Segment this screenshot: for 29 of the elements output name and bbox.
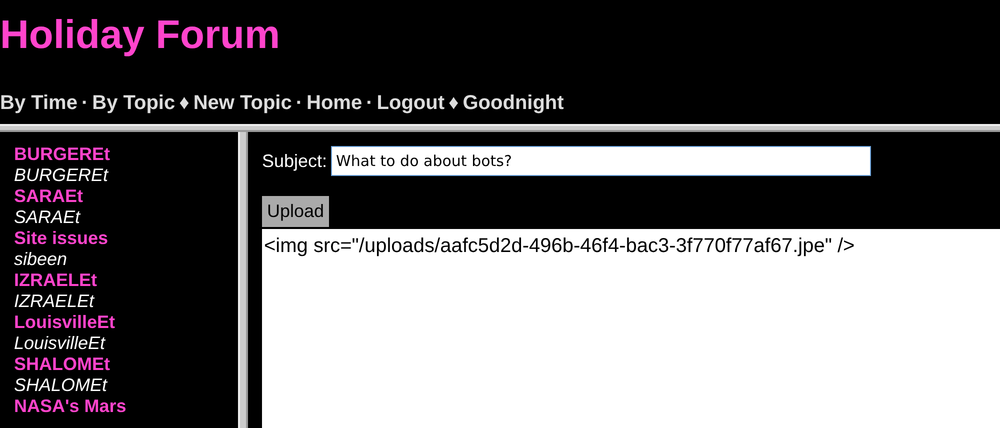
topic-author: SARAEt (14, 207, 82, 228)
nav-separator: ♦ (448, 91, 459, 116)
nav-link[interactable]: New Topic (193, 88, 292, 118)
nav-separator: ♦ (179, 91, 190, 116)
topic-link[interactable]: BURGEREt (14, 144, 238, 165)
topic-author: SHALOMEt (14, 375, 108, 396)
topic-link[interactable]: SARAEt (14, 186, 238, 207)
nav-link[interactable]: Logout (376, 88, 445, 118)
topic-author: sibeen (14, 249, 68, 270)
nav-separator: · (81, 91, 88, 116)
site-title: Holiday Forum (0, 12, 282, 59)
upload-button[interactable]: Upload (262, 196, 330, 227)
topic-author: BURGEREt (14, 165, 110, 186)
topic-link[interactable]: SHALOMEt (14, 354, 238, 375)
subject-field[interactable]: What to do about bots? (331, 146, 872, 176)
message-body-field[interactable]: <img src="/uploads/aafc5d2d-496b-46f4-bac3-3f770f77af67.jpe" /> (262, 229, 1000, 428)
topic-link[interactable]: NASA's Mars (14, 396, 238, 417)
nav-separator: · (296, 91, 303, 116)
topic-author: IZRAELEt (14, 291, 96, 312)
nav-separator: · (366, 91, 373, 116)
topic-link[interactable]: Site issues (14, 228, 238, 249)
subject-label: Subject: (262, 150, 328, 173)
topic-link[interactable]: LouisvilleEt (14, 312, 238, 333)
nav-link[interactable]: By Topic (92, 88, 176, 118)
nav-link[interactable]: By Time (0, 88, 78, 118)
topic-link[interactable]: IZRAELEt (14, 270, 238, 291)
nav-link[interactable]: Home (306, 88, 362, 118)
nav-link[interactable]: Goodnight (462, 88, 564, 118)
topic-author: LouisvilleEt (14, 333, 106, 354)
